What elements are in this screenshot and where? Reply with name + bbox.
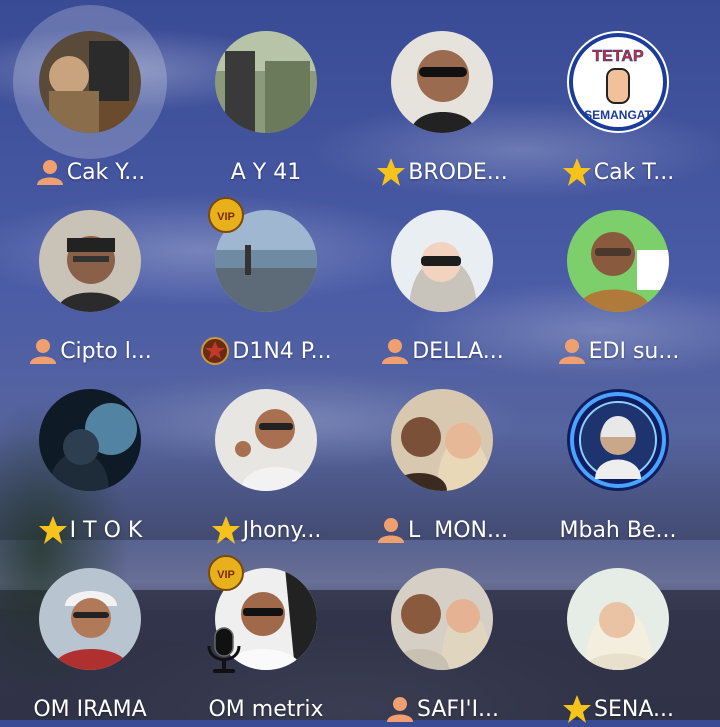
participant-tile[interactable]: A Y 41 [176,0,356,185]
avatar[interactable] [39,210,141,312]
participant-name: SAFI'I... [416,696,500,722]
avatar[interactable] [39,568,141,670]
participant-tile[interactable]: TETAP SEMANGAT Cak T... [528,0,708,186]
participant-tile[interactable]: DELLA... [352,179,532,364]
participant-tile[interactable]: VIP D1N4 P... [176,179,356,365]
participant-tile[interactable]: Mbah Be... [528,358,708,543]
participant-tile[interactable]: Jhony... [176,358,356,544]
avatar[interactable] [391,31,493,133]
participant-tile[interactable]: OM IRAMA [0,537,180,722]
avatar[interactable] [567,210,669,312]
participant-name: SENA... [594,696,674,722]
vip-badge-icon: VIP [207,554,245,592]
vip-label: VIP [217,569,235,581]
participant-tile[interactable]: SENA... [528,537,708,723]
participant-tile[interactable]: L MON... [352,358,532,543]
participant-tile[interactable]: VIP OM metrix [176,537,356,722]
participant-tile[interactable]: EDI su... [528,179,708,364]
participant-name: OM metrix [208,696,324,722]
avatar[interactable] [215,389,317,491]
avatar-text-top: TETAP [592,48,644,65]
vip-badge-icon: VIP [207,196,245,234]
avatar[interactable] [39,389,141,491]
vip-label: VIP [217,211,235,223]
participant-name: OM IRAMA [33,696,147,722]
microphone-icon [199,624,249,676]
participant-tile[interactable]: SAFI'I... [352,537,532,722]
avatar[interactable] [391,389,493,491]
participant-tile[interactable]: Cipto l... [0,179,180,364]
avatar[interactable] [391,210,493,312]
avatar[interactable] [391,568,493,670]
avatar[interactable] [215,31,317,133]
participant-tile[interactable]: I T O K [0,358,180,544]
avatar[interactable] [39,31,141,133]
avatar[interactable]: TETAP SEMANGAT [567,31,669,133]
avatar-text-bottom: SEMANGAT [584,108,652,122]
avatar[interactable] [567,568,669,670]
avatar[interactable] [567,389,669,491]
participant-grid: Cak Y... A Y 41 BRODE... TETAP SEMANGAT [0,0,720,723]
participant-tile[interactable]: Cak Y... [0,0,180,185]
participant-tile[interactable]: BRODE... [352,0,532,186]
